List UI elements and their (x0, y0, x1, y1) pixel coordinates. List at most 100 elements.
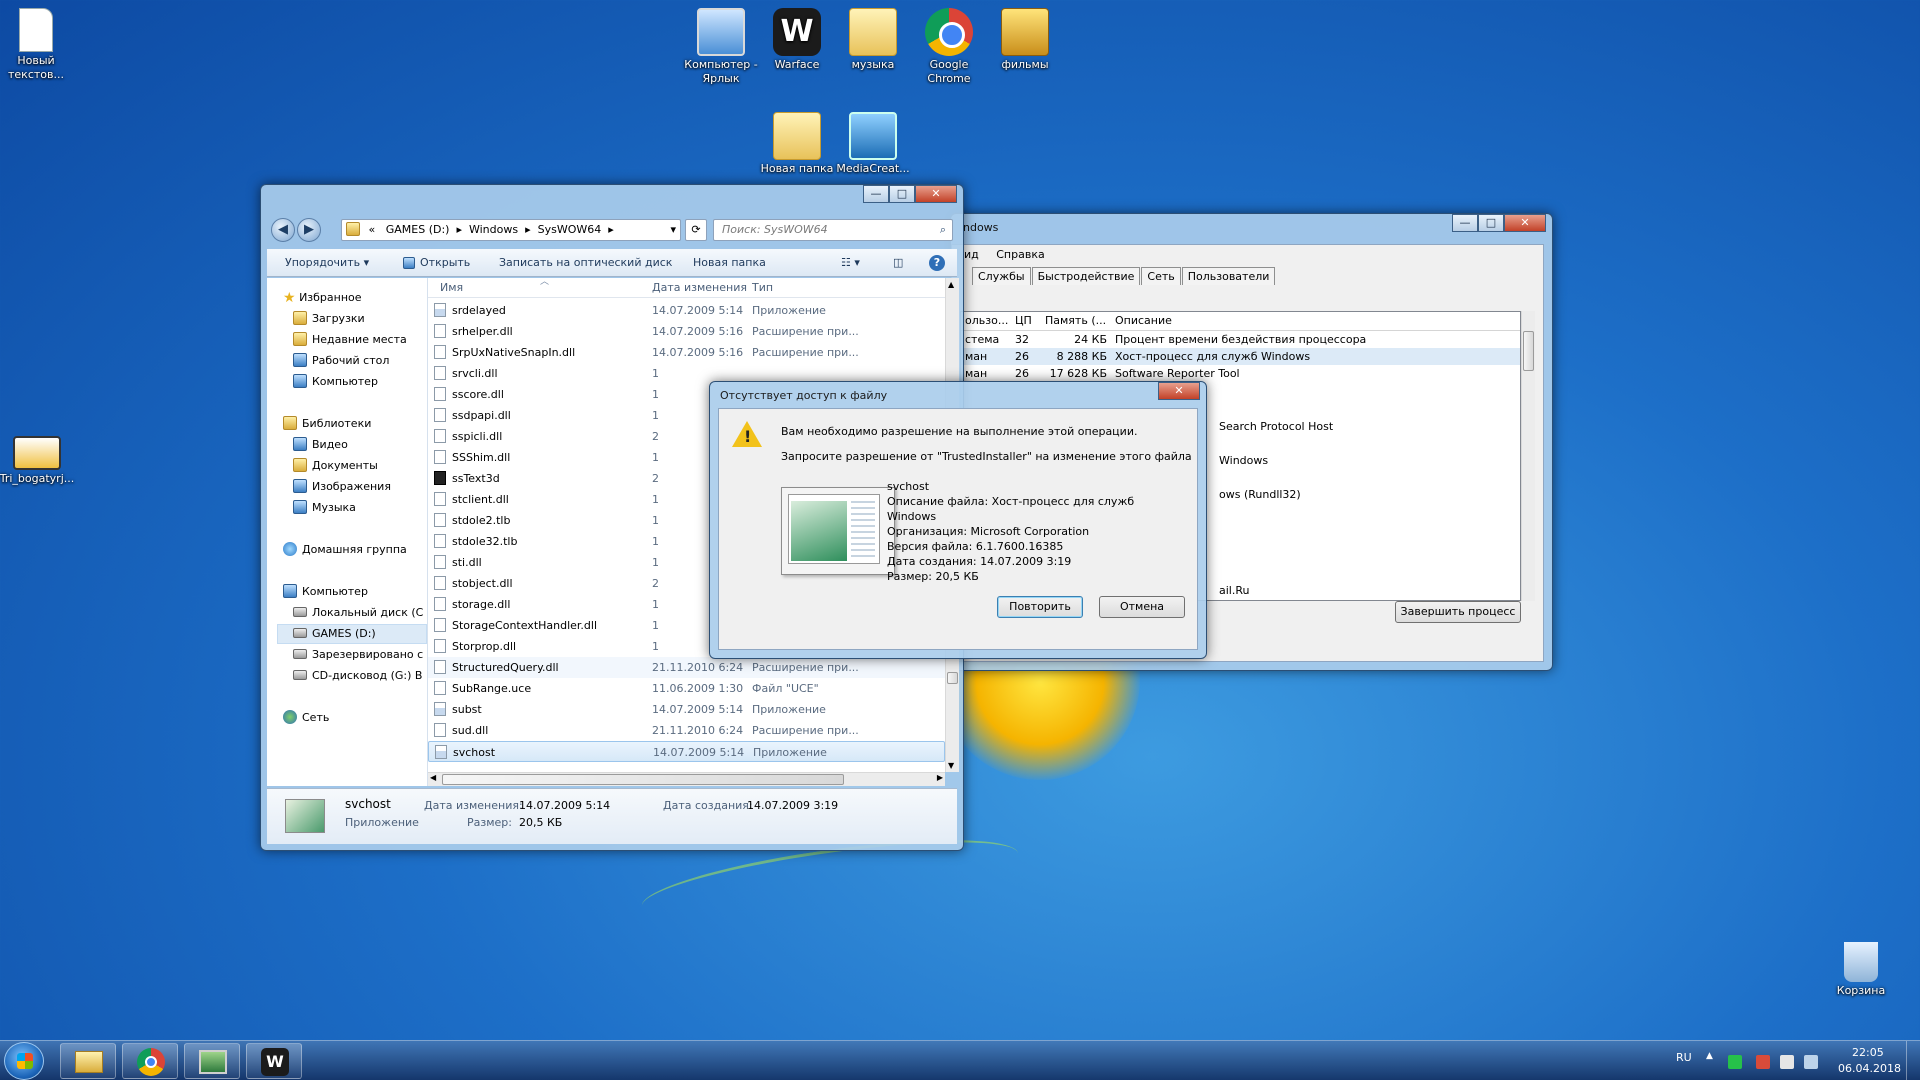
back-button[interactable]: ◀ (271, 218, 295, 242)
taskbar-chrome[interactable] (122, 1043, 178, 1079)
process-row[interactable]: стема 32 24 КБ Процент времени бездейств… (961, 331, 1520, 348)
desktop-icon-computer-shortcut[interactable]: Компьютер - Ярлык (682, 8, 760, 86)
show-hidden-icons[interactable]: ▲ (1706, 1051, 1713, 1061)
nav-reserved[interactable]: Зарезервировано с (293, 647, 423, 663)
maximize-button[interactable]: □ (1478, 214, 1504, 232)
col-description[interactable]: Описание (1111, 312, 1411, 330)
file-row[interactable]: srhelper.dll 14.07.2009 5:16 Расширение пр… (428, 321, 945, 342)
taskbar-explorer[interactable] (60, 1043, 116, 1079)
nav-images[interactable]: Изображения (293, 479, 391, 495)
address-bar[interactable]: « GAMES (D:) ▸ Windows ▸ SysWOW64 ▸ ▾ (341, 219, 681, 241)
chevron-down-icon[interactable]: ▾ (670, 220, 676, 240)
retry-button[interactable]: Повторить (997, 596, 1083, 618)
scrollbar-thumb[interactable] (442, 774, 844, 785)
nav-homegroup[interactable]: Домашняя группа (283, 542, 407, 558)
nav-documents[interactable]: Документы (293, 458, 378, 474)
display-icon[interactable] (1804, 1055, 1818, 1069)
taskbar-warface[interactable]: W (246, 1043, 302, 1079)
new-folder-button[interactable]: Новая папка (693, 249, 766, 277)
file-row[interactable]: subst 14.07.2009 5:14 Приложение (428, 699, 945, 720)
process-list-scrollbar[interactable] (1521, 311, 1535, 601)
nav-music[interactable]: Музыка (293, 500, 356, 516)
clock-time[interactable]: 22:05 (1852, 1046, 1884, 1059)
desktop-icon-media-creation[interactable]: MediaCreat... (834, 112, 912, 176)
process-row[interactable]: ман 26 17 628 КБ Software Reporter Tool (961, 365, 1520, 382)
desktop-icon-recycle-bin[interactable]: Корзина (1822, 942, 1900, 998)
desktop-icon-films[interactable]: фильмы (986, 8, 1064, 72)
desktop-icon-warface[interactable]: W Warface (758, 8, 836, 72)
maximize-button[interactable]: □ (889, 185, 915, 203)
nav-libraries[interactable]: Библиотеки (283, 416, 371, 432)
clock-date[interactable]: 06.04.2018 (1838, 1062, 1901, 1075)
nav-local-disk[interactable]: Локальный диск (C (293, 605, 423, 621)
col-memory[interactable]: Память (... (1041, 312, 1111, 330)
close-button[interactable]: ✕ (915, 185, 957, 203)
refresh-button[interactable]: ⟳ (685, 219, 707, 241)
desktop-icon-chrome[interactable]: Google Chrome (910, 8, 988, 86)
file-row[interactable]: SubRange.uce 11.06.2009 1:30 Файл "UCE" (428, 678, 945, 699)
desktop-icon-tri-bogatyrj[interactable]: Tri_bogatyrj... (0, 436, 76, 486)
col-name[interactable]: Имя (440, 278, 463, 298)
open-button[interactable]: Открыть (403, 249, 470, 277)
cancel-button[interactable]: Отмена (1099, 596, 1185, 618)
organize-button[interactable]: Упорядочить ▾ (285, 249, 369, 277)
search-input[interactable]: Поиск: SysWOW64 ⌕ (713, 219, 953, 241)
menu-view[interactable]: ид (964, 248, 979, 261)
tab-users[interactable]: Пользователи (1181, 267, 1276, 285)
help-icon[interactable]: ? (929, 249, 945, 277)
desktop-icon-music[interactable]: музыка (834, 8, 912, 72)
col-type[interactable]: Тип (752, 278, 773, 298)
close-button[interactable]: ✕ (1158, 382, 1200, 400)
nav-recent[interactable]: Недавние места (293, 332, 407, 348)
desktop-icon-new-folder[interactable]: Новая папка (758, 112, 836, 176)
scroll-up-icon[interactable]: ▲ (948, 280, 954, 289)
nav-desktop[interactable]: Рабочий стол (293, 353, 389, 369)
taskbar-task-manager[interactable] (184, 1043, 240, 1079)
nav-downloads[interactable]: Загрузки (293, 311, 365, 327)
nav-favorites[interactable]: ★ Избранное (283, 290, 362, 306)
minimize-button[interactable]: — (1452, 214, 1478, 232)
nav-video[interactable]: Видео (293, 437, 348, 453)
nav-cd-drive[interactable]: CD-дисковод (G:) B (293, 668, 422, 684)
volume-icon[interactable] (1780, 1055, 1794, 1069)
scrollbar-thumb[interactable] (947, 672, 958, 684)
breadcrumb-windows[interactable]: Windows (469, 223, 518, 236)
preview-pane-icon[interactable]: ◫ (893, 249, 903, 277)
nav-computer-fav[interactable]: Компьютер (293, 374, 378, 390)
access-denied-dialog[interactable]: Отсутствует доступ к файлу ✕ ! Вам необх… (709, 381, 1207, 659)
file-list-horizontal-scrollbar[interactable]: ◀ ▶ (428, 772, 945, 786)
burn-button[interactable]: Записать на оптический диск (499, 249, 672, 277)
nav-games[interactable]: GAMES (D:) (277, 624, 427, 644)
show-desktop-button[interactable] (1906, 1041, 1920, 1080)
action-center-flag-icon[interactable] (1756, 1055, 1770, 1069)
file-row[interactable]: srdelayed 14.07.2009 5:14 Приложение (428, 300, 945, 321)
menu-help[interactable]: Справка (996, 248, 1044, 261)
col-user[interactable]: ользо... (961, 312, 1011, 330)
scroll-down-icon[interactable]: ▼ (948, 761, 954, 770)
process-row[interactable]: ман 26 8 288 КБ Хост-процесс для служб W… (961, 348, 1520, 365)
tab-network[interactable]: Сеть (1141, 267, 1181, 285)
tab-services[interactable]: Службы (972, 267, 1031, 285)
col-date[interactable]: Дата изменения (652, 278, 747, 298)
desktop-icon-new-text[interactable]: Новый текстов... (0, 8, 75, 82)
breadcrumb-overflow[interactable]: « (369, 223, 376, 236)
view-options-icon[interactable]: ☷ ▾ (841, 249, 860, 277)
breadcrumb-syswow64[interactable]: SysWOW64 (538, 223, 602, 236)
file-row[interactable]: svchost 14.07.2009 5:14 Приложение (428, 741, 945, 762)
start-button[interactable] (4, 1042, 44, 1080)
file-row[interactable]: sud.dll 21.11.2010 6:24 Расширение при... (428, 720, 945, 741)
forward-button[interactable]: ▶ (297, 218, 321, 242)
nav-computer[interactable]: Компьютер (283, 584, 368, 600)
col-cpu[interactable]: ЦП (1011, 312, 1041, 330)
minimize-button[interactable]: — (863, 185, 889, 203)
language-indicator[interactable]: RU (1676, 1051, 1692, 1064)
scroll-right-icon[interactable]: ▶ (937, 773, 943, 782)
scroll-left-icon[interactable]: ◀ (430, 773, 436, 782)
nav-network[interactable]: Сеть (283, 710, 329, 726)
breadcrumb-games[interactable]: GAMES (D:) (386, 223, 450, 236)
close-button[interactable]: ✕ (1504, 214, 1546, 232)
network-status-icon[interactable] (1728, 1055, 1742, 1069)
scrollbar-thumb[interactable] (1523, 331, 1534, 371)
end-process-button[interactable]: Завершить процесс (1395, 601, 1521, 623)
tab-performance[interactable]: Быстродействие (1031, 267, 1141, 285)
